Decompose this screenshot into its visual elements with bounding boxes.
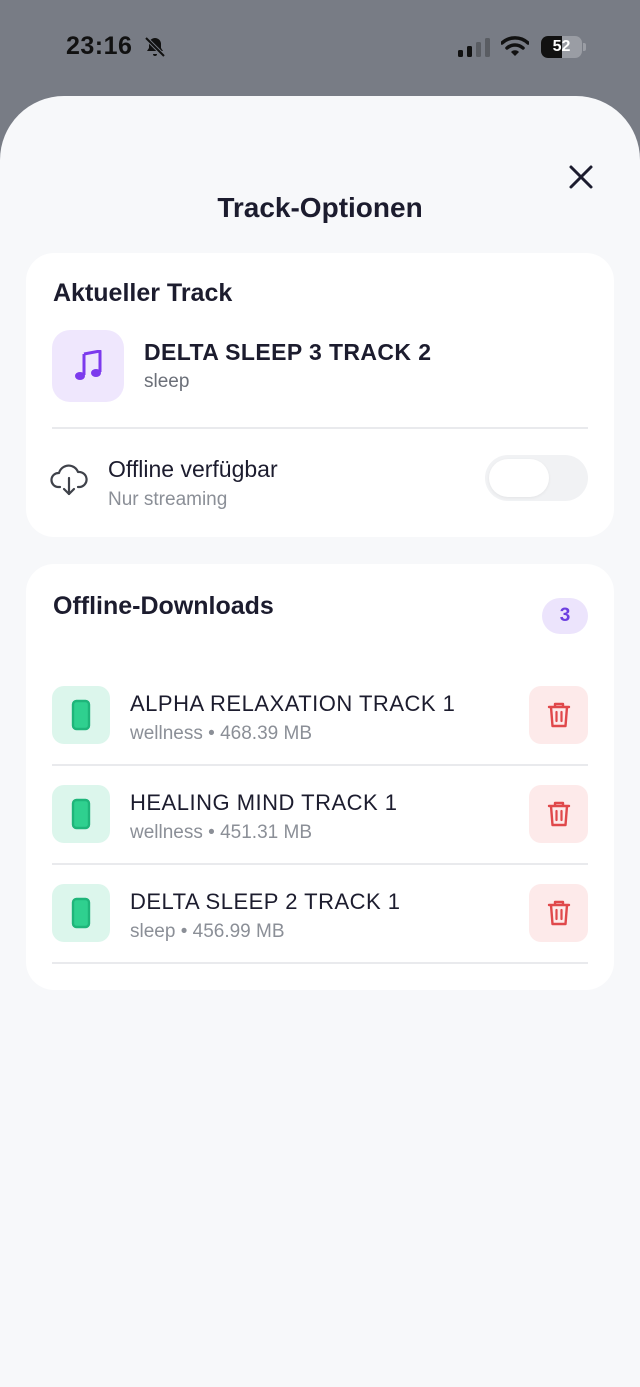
offline-toggle[interactable] xyxy=(485,455,588,501)
battery-indicator: 52 xyxy=(541,36,586,58)
downloads-count-badge: 3 xyxy=(542,598,588,634)
download-item[interactable]: HEALING MIND TRACK 1 wellness • 451.31 M… xyxy=(26,785,614,884)
offline-available-label: Offline verfügbar xyxy=(108,456,278,482)
download-size: 468.39 MB xyxy=(220,723,312,744)
download-size: 451.31 MB xyxy=(220,822,312,843)
cloud-download-icon xyxy=(50,463,88,502)
phone-icon xyxy=(71,798,91,830)
download-artwork xyxy=(52,884,110,942)
offline-status-text: Nur streaming xyxy=(108,489,228,510)
download-meta: wellness • 451.31 MB xyxy=(130,822,312,843)
phone-icon xyxy=(71,699,91,731)
trash-icon xyxy=(547,900,570,926)
battery-tip xyxy=(583,43,586,51)
offline-downloads-heading: Offline-Downloads xyxy=(53,592,274,620)
track-artwork xyxy=(52,330,124,402)
divider xyxy=(52,764,588,766)
sheet-title: Track-Optionen xyxy=(217,192,423,223)
offline-downloads-card: Offline-Downloads 3 ALPHA RELAXATION TRA… xyxy=(26,564,614,990)
music-note-icon xyxy=(75,350,102,380)
download-title: HEALING MIND TRACK 1 xyxy=(130,790,398,815)
cellular-signal-icon xyxy=(458,37,490,62)
current-track-heading: Aktueller Track xyxy=(53,279,233,307)
current-track-title: DELTA SLEEP 3 TRACK 2 xyxy=(144,339,432,365)
download-artwork xyxy=(52,785,110,843)
current-track-card: Aktueller Track DELTA SLEEP 3 TRACK 2 sl… xyxy=(26,253,614,537)
delete-download-button[interactable] xyxy=(529,686,588,744)
battery-level: 52 xyxy=(552,38,571,55)
status-time: 23:16 xyxy=(66,32,133,60)
download-title: DELTA SLEEP 2 TRACK 1 xyxy=(130,889,401,914)
download-meta: wellness • 468.39 MB xyxy=(130,723,312,744)
download-category: wellness xyxy=(130,723,203,744)
delete-download-button[interactable] xyxy=(529,785,588,843)
bell-muted-icon xyxy=(143,35,167,64)
toggle-knob xyxy=(489,459,549,497)
battery-body: 52 xyxy=(541,36,582,58)
download-title: ALPHA RELAXATION TRACK 1 xyxy=(130,691,456,716)
trash-icon xyxy=(547,702,570,728)
track-options-sheet: Track-Optionen Aktueller Track DELTA SLE… xyxy=(0,96,640,1387)
download-category: wellness xyxy=(130,822,203,843)
download-size: 456.99 MB xyxy=(192,921,285,942)
phone-icon xyxy=(71,897,91,929)
trash-icon xyxy=(547,801,570,827)
download-item[interactable]: ALPHA RELAXATION TRACK 1 wellness • 468.… xyxy=(26,686,614,785)
divider xyxy=(52,863,588,865)
current-track-category: sleep xyxy=(144,371,190,392)
download-meta: sleep • 456.99 MB xyxy=(130,921,285,942)
close-button[interactable] xyxy=(562,158,600,196)
delete-download-button[interactable] xyxy=(529,884,588,942)
download-artwork xyxy=(52,686,110,744)
divider xyxy=(52,427,588,429)
close-icon xyxy=(569,165,593,189)
status-bar: 23:16 52 xyxy=(0,0,640,96)
download-item[interactable]: DELTA SLEEP 2 TRACK 1 sleep • 456.99 MB xyxy=(26,884,614,983)
divider xyxy=(52,962,588,964)
download-category: sleep xyxy=(130,921,176,942)
wifi-icon xyxy=(500,35,530,62)
